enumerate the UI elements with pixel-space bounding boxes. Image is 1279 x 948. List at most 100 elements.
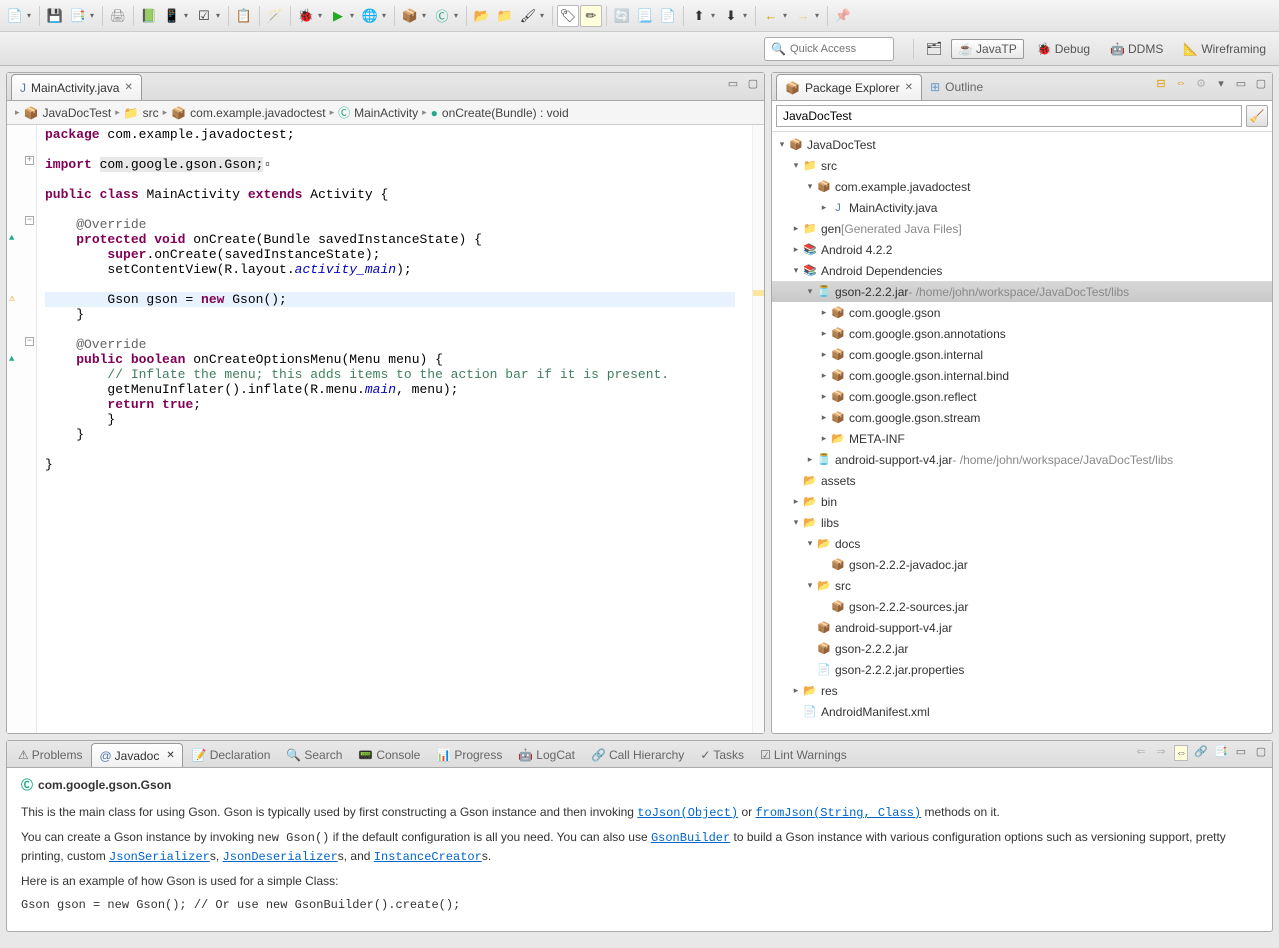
collapse-all-icon[interactable]: ⊟ xyxy=(1154,77,1168,90)
class-icon[interactable]: Ⓒ xyxy=(431,5,453,27)
tree-pkg[interactable]: ▸📦com.google.gson.internal xyxy=(772,344,1272,365)
run-icon[interactable]: ▶ xyxy=(327,5,349,27)
minimize-icon[interactable]: ▭ xyxy=(1234,745,1248,761)
breadcrumb-item[interactable]: MainActivity xyxy=(354,106,418,120)
tree-deps[interactable]: ▾📚Android Dependencies xyxy=(772,260,1272,281)
tree-bin[interactable]: ▸📂bin xyxy=(772,491,1272,512)
brush-icon[interactable]: 🖌 xyxy=(517,5,539,27)
tree-file[interactable]: 📦gson-2.2.2-sources.jar xyxy=(772,596,1272,617)
chevron-icon[interactable]: ▸ xyxy=(163,107,168,118)
tab-declaration[interactable]: 📝Declaration xyxy=(185,743,278,767)
dropdown-icon[interactable]: ▾ xyxy=(318,11,326,20)
doc-icon[interactable]: 📄 xyxy=(657,5,679,27)
clear-filter-button[interactable]: 🧹 xyxy=(1246,105,1268,127)
close-icon[interactable]: ✕ xyxy=(124,82,132,93)
maximize-icon[interactable]: ▢ xyxy=(1254,77,1268,90)
breadcrumb-item[interactable]: com.example.javadoctest xyxy=(190,106,325,120)
build-icon[interactable]: 📗 xyxy=(138,5,160,27)
tree-src[interactable]: ▾📁src xyxy=(772,155,1272,176)
tab-logcat[interactable]: 🤖LogCat xyxy=(511,743,582,767)
tab-problems[interactable]: ⚠Problems xyxy=(11,743,89,767)
dropdown-icon[interactable]: ▾ xyxy=(540,11,548,20)
package-icon[interactable]: 📦 xyxy=(399,5,421,27)
perspective-wireframing[interactable]: 📐Wireframing xyxy=(1176,39,1273,59)
save-all-icon[interactable]: 📑 xyxy=(67,5,89,27)
chevron-right-icon[interactable]: ▸ xyxy=(818,412,830,423)
dropdown-icon[interactable]: ▾ xyxy=(350,11,358,20)
maximize-icon[interactable]: ▢ xyxy=(1254,745,1268,761)
back-icon[interactable]: ⇐ xyxy=(1134,745,1148,761)
outline-tab[interactable]: ⊞ Outline xyxy=(922,74,991,100)
tree-file[interactable]: ▸JMainActivity.java xyxy=(772,197,1272,218)
tree-pkg[interactable]: ▸📦com.google.gson.reflect xyxy=(772,386,1272,407)
chevron-right-icon[interactable]: ▸ xyxy=(818,370,830,381)
maximize-icon[interactable]: ▢ xyxy=(746,77,760,90)
tab-callhierarchy[interactable]: 🔗Call Hierarchy xyxy=(584,743,691,767)
fwd-icon[interactable]: ⇒ xyxy=(1154,745,1168,761)
javadoc-link[interactable]: InstanceCreator xyxy=(374,850,482,864)
tree-res[interactable]: ▸📂res xyxy=(772,680,1272,701)
new-icon[interactable]: 📄 xyxy=(4,5,26,27)
tree-pkg[interactable]: ▸📦com.google.gson.internal.bind xyxy=(772,365,1272,386)
check-icon[interactable]: ☑ xyxy=(193,5,215,27)
tree-pkg[interactable]: ▸📦com.google.gson xyxy=(772,302,1272,323)
chevron-right-icon[interactable]: ▸ xyxy=(804,454,816,465)
folder-icon[interactable]: 📁 xyxy=(494,5,516,27)
chevron-right-icon[interactable]: ▸ xyxy=(790,496,802,507)
fold-expand-icon[interactable]: + xyxy=(25,156,34,165)
dropdown-icon[interactable]: ▾ xyxy=(90,11,98,20)
perspective-debug[interactable]: 🐞Debug xyxy=(1030,39,1097,59)
code-editor[interactable]: + − − ▲ ⚠ ▲ package com.example.javadoct… xyxy=(7,125,764,733)
tree-file[interactable]: 📄gson-2.2.2.jar.properties xyxy=(772,659,1272,680)
breadcrumb-item[interactable]: onCreate(Bundle) : void xyxy=(442,106,569,120)
chevron-right-icon[interactable]: ▸ xyxy=(818,349,830,360)
quick-access[interactable]: 🔍 xyxy=(764,37,894,61)
quick-access-input[interactable] xyxy=(790,43,890,55)
tree-libsrc[interactable]: ▾📂src xyxy=(772,575,1272,596)
chevron-right-icon[interactable]: ▸ xyxy=(818,328,830,339)
tab-lint[interactable]: ☑Lint Warnings xyxy=(753,743,854,767)
chevron-down-icon[interactable]: ▾ xyxy=(790,265,802,276)
chevron-down-icon[interactable]: ▾ xyxy=(804,181,816,192)
chevron-right-icon[interactable]: ▸ xyxy=(790,685,802,696)
dropdown-icon[interactable]: ▾ xyxy=(216,11,224,20)
chevron-down-icon[interactable]: ▾ xyxy=(790,517,802,528)
lint-icon[interactable]: 📋 xyxy=(233,5,255,27)
run-ext-icon[interactable]: 🌐 xyxy=(359,5,381,27)
down-icon[interactable]: ⬇ xyxy=(720,5,742,27)
chevron-right-icon[interactable]: ▸ xyxy=(818,307,830,318)
chevron-down-icon[interactable]: ▾ xyxy=(804,286,816,297)
chevron-down-icon[interactable]: ▾ xyxy=(804,580,816,591)
tree-android[interactable]: ▸📚Android 4.2.2 xyxy=(772,239,1272,260)
folder-open-icon[interactable]: 📂 xyxy=(471,5,493,27)
minimize-icon[interactable]: ▭ xyxy=(726,77,740,90)
toggle-a-icon[interactable]: 🏷 xyxy=(557,5,579,27)
dropdown-icon[interactable]: ▾ xyxy=(711,11,719,20)
overview-ruler[interactable] xyxy=(752,125,764,733)
javadoc-link[interactable]: JsonDeserializer xyxy=(223,850,338,864)
chevron-right-icon[interactable]: ▸ xyxy=(818,202,830,213)
dropdown-icon[interactable]: ▾ xyxy=(382,11,390,20)
close-icon[interactable]: ✕ xyxy=(905,82,913,93)
up-icon[interactable]: ⬆ xyxy=(688,5,710,27)
tree-package[interactable]: ▾📦com.example.javadoctest xyxy=(772,176,1272,197)
back-icon[interactable]: ← xyxy=(760,5,782,27)
tree-pkg[interactable]: ▸📦com.google.gson.stream xyxy=(772,407,1272,428)
dropdown-icon[interactable]: ▾ xyxy=(454,11,462,20)
phone-icon[interactable]: 📱 xyxy=(161,5,183,27)
tree-file[interactable]: 📄AndroidManifest.xml xyxy=(772,701,1272,722)
chevron-down-icon[interactable]: ▾ xyxy=(790,160,802,171)
chevron-right-icon[interactable]: ▸ xyxy=(790,244,802,255)
tab-tasks[interactable]: ✓Tasks xyxy=(693,743,751,767)
tree-docs[interactable]: ▾📂docs xyxy=(772,533,1272,554)
chevron-down-icon[interactable]: ▾ xyxy=(804,538,816,549)
tree-libs[interactable]: ▾📂libs xyxy=(772,512,1272,533)
dropdown-icon[interactable]: ▾ xyxy=(815,11,823,20)
tree-assets[interactable]: 📂assets xyxy=(772,470,1272,491)
tree-project[interactable]: ▾📦JavaDocTest xyxy=(772,134,1272,155)
fwd-icon[interactable]: → xyxy=(792,5,814,27)
refresh-icon[interactable]: 🔄 xyxy=(611,5,633,27)
page-icon[interactable]: 📃 xyxy=(634,5,656,27)
chevron-icon[interactable]: ▸ xyxy=(330,107,335,118)
tree-file[interactable]: 📦gson-2.2.2.jar xyxy=(772,638,1272,659)
